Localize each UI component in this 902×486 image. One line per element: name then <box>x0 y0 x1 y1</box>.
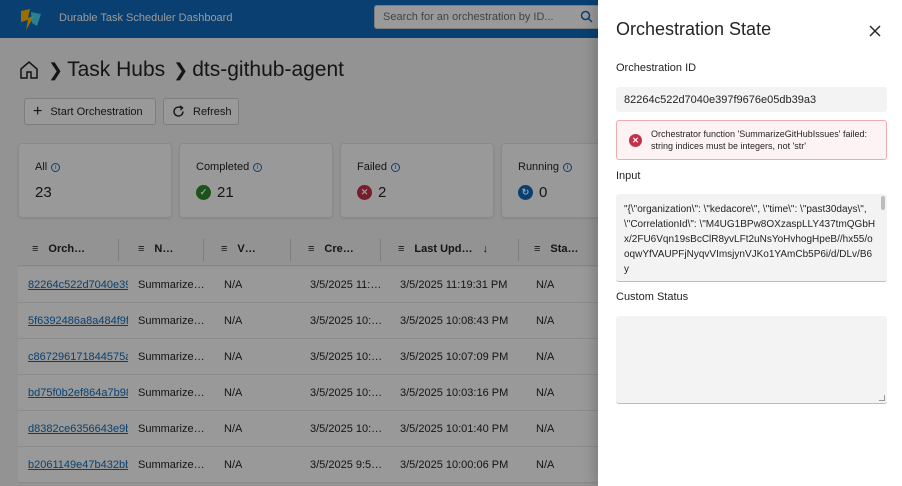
orchestration-id-label: Orchestration ID <box>616 62 697 74</box>
error-icon: ✕ <box>629 134 642 147</box>
scrollbar[interactable] <box>881 196 885 210</box>
orchestration-id-field[interactable]: 82264c522d7040e397f9676e05db39a3 <box>616 87 887 112</box>
input-textarea[interactable]: "{\"organization\": \"kedacore\", \"time… <box>616 194 887 282</box>
modal-backdrop[interactable] <box>0 0 598 486</box>
input-label: Input <box>616 170 641 182</box>
custom-status-textarea[interactable] <box>616 316 887 404</box>
close-icon[interactable] <box>868 24 882 38</box>
panel-title: Orchestration State <box>616 19 772 39</box>
custom-status-label: Custom Status <box>616 291 689 303</box>
orchestration-state-panel: Orchestration State Orchestration ID 822… <box>598 0 902 486</box>
error-message: ✕ Orchestrator function 'SummarizeGitHub… <box>616 120 887 160</box>
input-value: "{\"organization\": \"kedacore\", \"time… <box>624 204 876 275</box>
error-text: Orchestrator function 'SummarizeGitHubIs… <box>651 129 868 151</box>
resize-handle-icon[interactable] <box>879 395 885 401</box>
